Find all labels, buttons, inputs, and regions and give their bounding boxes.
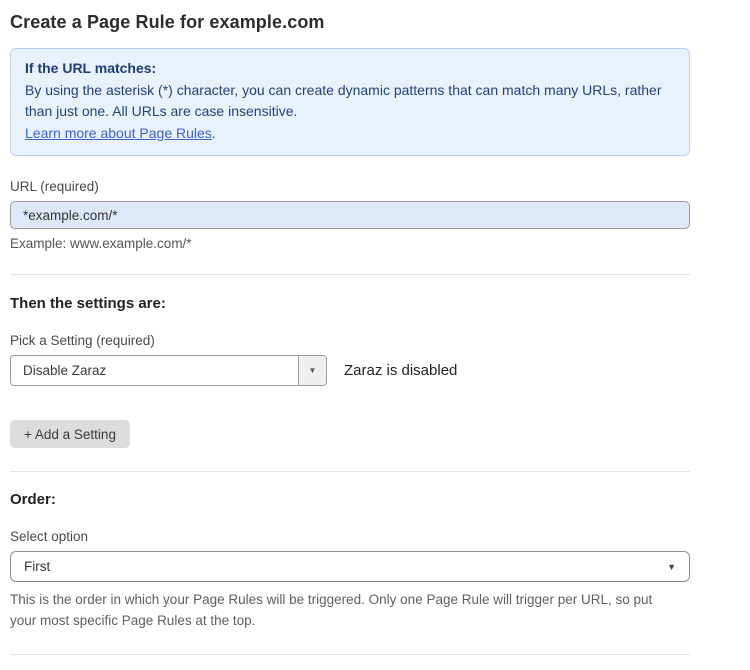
order-section-heading: Order: bbox=[10, 491, 690, 508]
order-help-text: This is the order in which your Page Rul… bbox=[10, 589, 682, 631]
learn-more-link[interactable]: Learn more about Page Rules bbox=[25, 125, 212, 141]
page-title: Create a Page Rule for example.com bbox=[10, 12, 690, 33]
setting-status-text: Zaraz is disabled bbox=[344, 362, 457, 379]
order-select-label: Select option bbox=[10, 529, 690, 544]
setting-row: Disable Zaraz ▼ Zaraz is disabled bbox=[10, 355, 690, 386]
divider bbox=[10, 654, 690, 655]
link-suffix: . bbox=[212, 125, 216, 141]
info-box-heading: If the URL matches: bbox=[25, 58, 675, 80]
chevron-down-icon: ▼ bbox=[309, 366, 317, 375]
divider bbox=[10, 274, 690, 275]
page-rule-form: Create a Page Rule for example.com If th… bbox=[10, 12, 690, 670]
order-select-value: First bbox=[24, 559, 50, 574]
url-example-text: Example: www.example.com/* bbox=[10, 236, 690, 251]
setting-picker-label: Pick a Setting (required) bbox=[10, 333, 690, 348]
chevron-down-icon: ▼ bbox=[667, 562, 676, 572]
url-field-label: URL (required) bbox=[10, 179, 690, 194]
divider bbox=[10, 471, 690, 472]
info-box-link-line: Learn more about Page Rules. bbox=[25, 123, 675, 145]
url-input[interactable] bbox=[10, 201, 690, 229]
settings-section-heading: Then the settings are: bbox=[10, 295, 690, 312]
url-match-info-box: If the URL matches: By using the asteris… bbox=[10, 48, 690, 156]
setting-dropdown-value[interactable]: Disable Zaraz bbox=[11, 356, 298, 385]
add-setting-button[interactable]: + Add a Setting bbox=[10, 420, 130, 448]
setting-dropdown[interactable]: Disable Zaraz ▼ bbox=[10, 355, 327, 386]
setting-dropdown-button[interactable]: ▼ bbox=[298, 356, 326, 385]
order-select[interactable]: First ▼ bbox=[10, 551, 690, 582]
info-box-body: By using the asterisk (*) character, you… bbox=[25, 80, 675, 123]
